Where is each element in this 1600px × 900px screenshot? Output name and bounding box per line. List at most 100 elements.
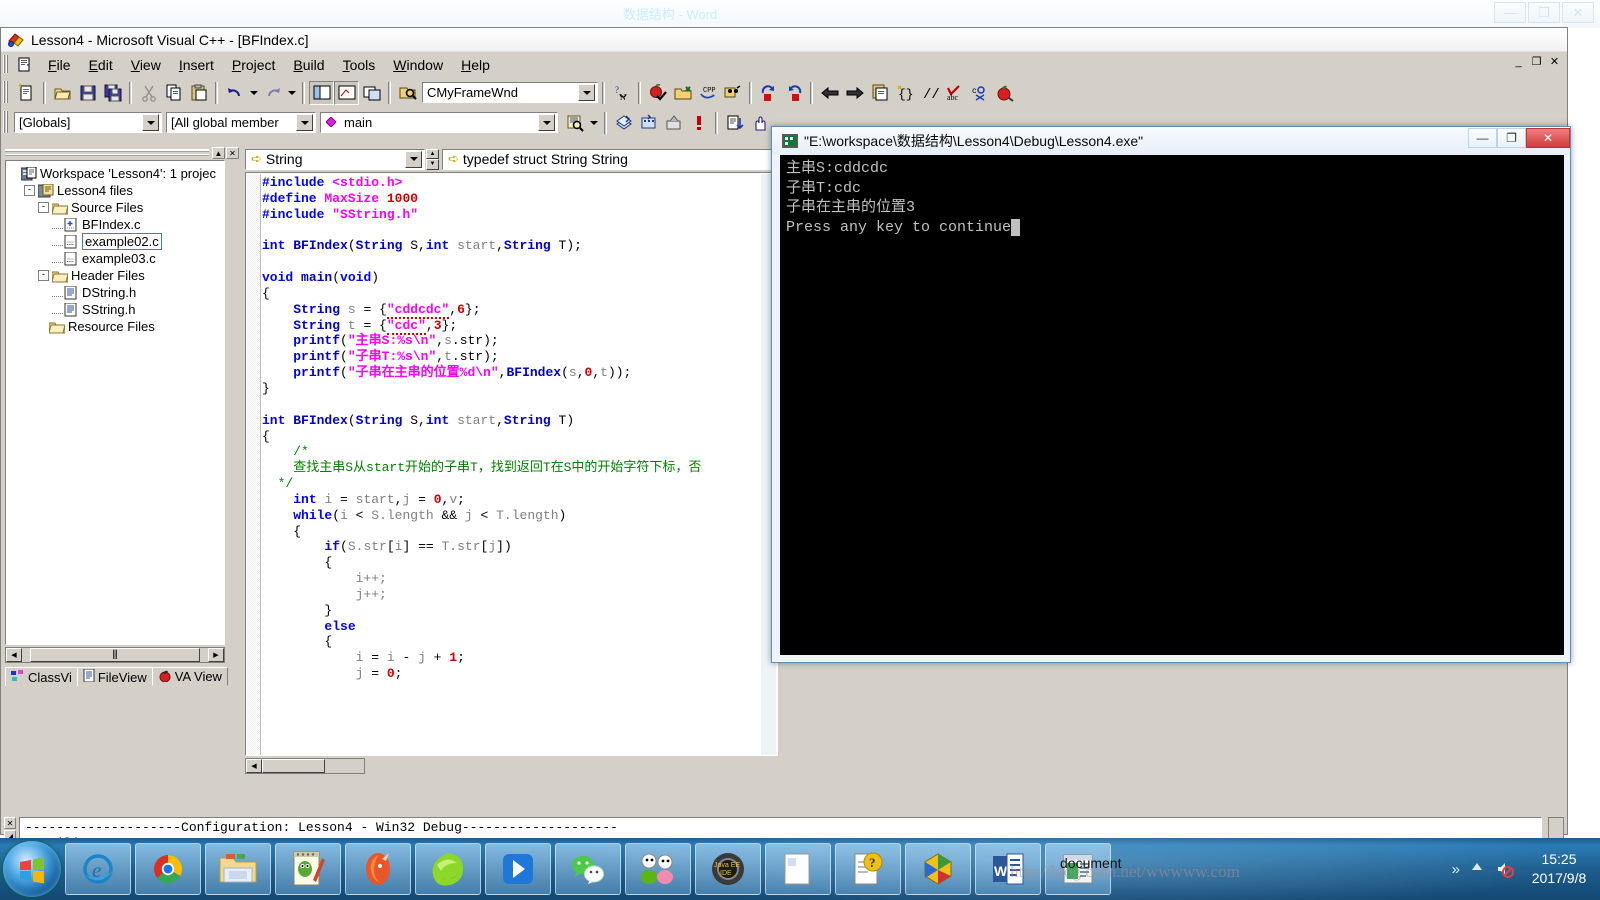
open-file-icon[interactable] <box>50 81 75 105</box>
console-close-button[interactable]: ✕ <box>1526 128 1570 148</box>
editor-class-combo[interactable]: ➪ String <box>245 148 425 170</box>
redo-icon[interactable] <box>260 81 285 105</box>
va-tomato-icon[interactable] <box>992 81 1017 105</box>
workspace-tree-hscrollbar[interactable]: ◀ ⦀ ▶ <box>5 647 225 663</box>
globals-combo[interactable]: [Globals] <box>13 111 163 134</box>
taskbar-item-firefox[interactable] <box>345 843 411 895</box>
hand-icon[interactable] <box>747 111 772 135</box>
workspace-tab-va-view[interactable]: VA View <box>151 667 228 686</box>
code-hscroll-thumb[interactable] <box>262 759 325 773</box>
tree-item-source-files[interactable]: - Source Files <box>10 199 224 216</box>
taskbar-clock[interactable]: 15:25 2017/9/8 <box>1522 850 1596 888</box>
find-symbol-dropdown-icon[interactable] <box>587 111 600 135</box>
editor-class-spinner[interactable]: ▲ ▼ <box>426 148 439 170</box>
taskbar-item-file-explorer[interactable] <box>205 843 271 895</box>
console-minimize-button[interactable]: — <box>1468 128 1497 148</box>
show-hidden-icon[interactable] <box>1468 859 1488 879</box>
console-titlebar[interactable]: "E:\workspace\数据结构\Lesson4\Debug\Lesson4… <box>772 127 1570 155</box>
workspace-tree[interactable]: Workspace 'Lesson4': 1 projec - Lesson4 fi… <box>5 160 225 645</box>
go-forward-icon[interactable] <box>842 81 867 105</box>
spellcheck-icon[interactable]: abc <box>942 81 967 105</box>
spinner-up-icon[interactable]: ▲ <box>426 148 439 159</box>
find-in-files-icon[interactable] <box>395 81 420 105</box>
workspace-tab-fileview[interactable]: FileView <box>76 667 153 686</box>
undo-dropdown-icon[interactable] <box>247 81 260 105</box>
menubar-grip[interactable] <box>3 54 10 75</box>
code-hscroll-left-arrow[interactable]: ◀ <box>246 759 262 773</box>
code-editor-hscrollbar[interactable]: ◀ <box>245 758 365 774</box>
document-system-icon[interactable] <box>13 55 35 75</box>
breakpoint-icon[interactable] <box>686 111 711 135</box>
menu-item-file[interactable]: File <box>39 55 80 75</box>
clear-bookmarks-icon[interactable] <box>661 111 686 135</box>
save-icon[interactable] <box>75 81 100 105</box>
toggle-bookmark-icon[interactable] <box>636 111 661 135</box>
tree-item-dstring-h[interactable]: DString.h <box>10 284 224 301</box>
taskbar-item-media-player[interactable] <box>625 843 691 895</box>
taskbar-item-internet-explorer[interactable]: e <box>65 843 131 895</box>
members-combo-dropdown-icon[interactable] <box>296 114 313 131</box>
workspace-pane-close-button[interactable]: ✕ <box>226 147 239 159</box>
taskbar-item-microsoft-word[interactable]: W <box>975 843 1041 895</box>
ghost-close-button[interactable]: ✕ <box>1562 2 1594 23</box>
workspace-tab-classvi[interactable]: ClassVi <box>5 667 78 686</box>
symbol-combo-dropdown-icon[interactable] <box>538 114 555 131</box>
menu-item-project[interactable]: Project <box>223 55 285 75</box>
tree-expander-icon[interactable]: - <box>24 185 35 196</box>
taskbar-item-va-assist[interactable] <box>905 843 971 895</box>
new-file-icon[interactable] <box>14 81 39 105</box>
stop-build-icon[interactable] <box>756 81 781 105</box>
tree-item-bfindex-c[interactable]: BFIndex.c <box>10 216 224 233</box>
tree-item-resource-files[interactable]: Resource Files <box>10 318 224 335</box>
console-restore-button[interactable]: ❐ <box>1497 128 1526 148</box>
insert-bookmark-icon[interactable] <box>611 111 636 135</box>
compile-icon[interactable] <box>645 81 670 105</box>
indent-icon[interactable] <box>722 111 747 135</box>
tree-item-example03-c[interactable]: example03.c <box>10 250 224 267</box>
taskbar-item-notepad-editor[interactable] <box>275 843 341 895</box>
tree-expander-icon[interactable]: - <box>38 202 49 213</box>
mdi-restore-button[interactable]: ❐ <box>1528 55 1545 71</box>
show-hidden-icons-chevron[interactable]: » <box>1452 861 1460 878</box>
console-output[interactable]: 主串S:cddcdc 子串T:cdc 子串在主串的位置3 Press any key … <box>780 155 1564 655</box>
symbol-combo[interactable]: main <box>319 111 559 134</box>
mdi-close-button[interactable]: ✕ <box>1546 55 1563 71</box>
undo-icon[interactable] <box>222 81 247 105</box>
taskbar-item-visual-cpp[interactable] <box>765 843 831 895</box>
taskbar-item-wechat[interactable] <box>555 843 621 895</box>
comment-icon[interactable]: // <box>917 81 942 105</box>
editor-class-dropdown-icon[interactable] <box>405 150 422 168</box>
menu-item-view[interactable]: View <box>122 55 170 75</box>
mdi-minimize-button[interactable]: _ <box>1510 55 1527 71</box>
menu-item-edit[interactable]: Edit <box>80 55 122 75</box>
stop-debug-icon[interactable] <box>781 81 806 105</box>
taskbar-item-java-ee-ide[interactable]: Java EE IDE <box>695 843 761 895</box>
code-editor-text[interactable]: #include <stdio.h> #define MaxSize 1000 #i… <box>262 175 777 682</box>
hscroll-thumb[interactable]: ⦀ <box>30 648 200 662</box>
paste-icon[interactable] <box>186 81 211 105</box>
cut-icon[interactable] <box>136 81 161 105</box>
hscroll-left-arrow[interactable]: ◀ <box>6 648 22 662</box>
refactor-icon[interactable]: c <box>967 81 992 105</box>
brace-match-icon[interactable]: {} <box>892 81 917 105</box>
menu-item-insert[interactable]: Insert <box>170 55 223 75</box>
taskbar-item-bluestacks[interactable] <box>485 843 551 895</box>
volume-muted-icon[interactable] <box>1495 859 1515 879</box>
output-toggle-icon[interactable] <box>334 80 359 105</box>
hscroll-right-arrow[interactable]: ▶ <box>208 648 224 662</box>
tree-item-sstring-h[interactable]: SString.h <box>10 301 224 318</box>
tree-item-example02-c[interactable]: example02.c <box>10 233 224 250</box>
go-back-icon[interactable] <box>817 81 842 105</box>
find-combo[interactable]: CMyFrameWnd <box>421 81 599 104</box>
find-symbol-icon[interactable] <box>562 111 587 135</box>
globals-combo-dropdown-icon[interactable] <box>142 114 159 131</box>
window-list-icon[interactable] <box>359 81 384 105</box>
wizardbar-grip[interactable] <box>3 110 11 135</box>
cpp-rebuild-icon[interactable]: CPP <box>695 81 720 105</box>
menu-item-window[interactable]: Window <box>384 55 452 75</box>
workspace-pane-dock-button[interactable]: ▲ <box>212 147 225 159</box>
tree-item-lesson4-files[interactable]: - Lesson4 files <box>10 182 224 199</box>
spinner-down-icon[interactable]: ▼ <box>426 159 439 170</box>
find-combo-dropdown-icon[interactable] <box>578 84 595 101</box>
menu-item-tools[interactable]: Tools <box>334 55 385 75</box>
